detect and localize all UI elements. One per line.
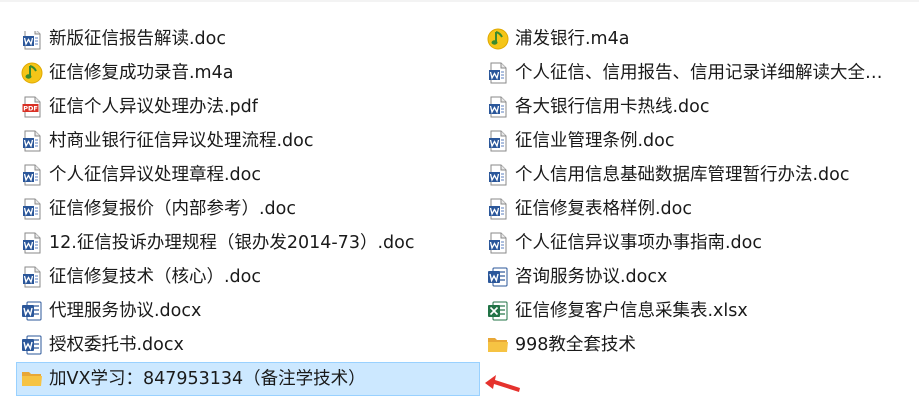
file-item[interactable]: 个人征信异议处理章程.doc (16, 158, 480, 192)
folder-icon (20, 367, 44, 391)
word-doc-icon (20, 197, 44, 221)
file-item[interactable]: 加VX学习：847953134（备注学技术） (16, 362, 480, 396)
file-item[interactable]: 征信修复技术（核心）.doc (16, 260, 480, 294)
folder-icon (486, 333, 510, 357)
file-item[interactable]: 咨询服务协议.docx (482, 260, 902, 294)
file-name: 征信修复技术（核心）.doc (49, 267, 261, 287)
file-item[interactable]: 浦发银行.m4a (482, 22, 902, 56)
file-name: 加VX学习：847953134（备注学技术） (49, 369, 366, 389)
file-name: 个人信用信息基础数据库管理暂行办法.doc (515, 165, 850, 185)
file-name: 征信个人异议处理办法.pdf (49, 97, 258, 117)
word-docx-icon (486, 265, 510, 289)
excel-icon (486, 299, 510, 323)
file-name: 村商业银行征信异议处理流程.doc (49, 131, 314, 151)
file-item[interactable]: 各大银行信用卡热线.doc (482, 90, 902, 124)
file-item[interactable]: 代理服务协议.docx (16, 294, 480, 328)
file-item[interactable]: 授权委托书.docx (16, 328, 480, 362)
file-list-pane: 新版征信报告解读.doc 征信修复成功录音.m4a PDF 征信个人异议处理办法.pd… (0, 0, 919, 418)
audio-icon (20, 61, 44, 85)
file-item[interactable]: 998教全套技术 (482, 328, 902, 362)
file-name: 征信修复成功录音.m4a (49, 63, 234, 83)
file-item[interactable]: 个人征信、信用报告、信用记录详细解读大全… (482, 56, 902, 90)
file-name: 个人征信异议处理章程.doc (49, 165, 261, 185)
file-column-left: 新版征信报告解读.doc 征信修复成功录音.m4a PDF 征信个人异议处理办法.pd… (16, 22, 480, 396)
file-name: 新版征信报告解读.doc (49, 29, 226, 49)
file-name: 征信业管理条例.doc (515, 131, 675, 151)
pane-top-edge (0, 0, 919, 2)
audio-icon (486, 27, 510, 51)
word-docx-icon (20, 299, 44, 323)
file-name: 各大银行信用卡热线.doc (515, 97, 710, 117)
file-name: 12.征信投诉办理规程（银办发2014-73）.doc (49, 233, 415, 253)
file-item[interactable]: 征信修复客户信息采集表.xlsx (482, 294, 902, 328)
file-item[interactable]: 个人征信异议事项办事指南.doc (482, 226, 902, 260)
word-doc-icon (20, 163, 44, 187)
word-doc-icon (20, 231, 44, 255)
file-item[interactable]: 征信修复报价（内部参考）.doc (16, 192, 480, 226)
file-name: 征信修复客户信息采集表.xlsx (515, 301, 748, 321)
word-doc-icon (486, 231, 510, 255)
word-doc-icon (20, 31, 44, 51)
svg-text:PDF: PDF (23, 105, 38, 113)
red-arrow-annotation (485, 375, 520, 392)
pdf-icon: PDF (20, 95, 44, 119)
word-doc-icon (486, 61, 510, 85)
word-doc-icon (20, 129, 44, 153)
file-name: 代理服务协议.docx (49, 301, 202, 321)
file-name: 征信修复表格样例.doc (515, 199, 692, 219)
file-name: 个人征信、信用报告、信用记录详细解读大全… (515, 63, 883, 83)
file-name: 征信修复报价（内部参考）.doc (49, 199, 296, 219)
file-item[interactable]: 新版征信报告解读.doc (16, 22, 480, 56)
file-item[interactable]: 征信修复成功录音.m4a (16, 56, 480, 90)
word-docx-icon (20, 333, 44, 357)
file-name: 咨询服务协议.docx (515, 267, 668, 287)
file-name: 授权委托书.docx (49, 335, 184, 355)
word-doc-icon (20, 265, 44, 289)
file-item[interactable]: 征信业管理条例.doc (482, 124, 902, 158)
word-doc-icon (486, 197, 510, 221)
file-column-right: 浦发银行.m4a 个人征信、信用报告、信用记录详细解读大全… 各大银行信用卡热线.d… (482, 22, 902, 362)
word-doc-icon (486, 129, 510, 153)
file-item[interactable]: PDF 征信个人异议处理办法.pdf (16, 90, 480, 124)
file-item[interactable]: 12.征信投诉办理规程（银办发2014-73）.doc (16, 226, 480, 260)
file-name: 浦发银行.m4a (515, 29, 630, 49)
file-item[interactable]: 村商业银行征信异议处理流程.doc (16, 124, 480, 158)
file-name: 998教全套技术 (515, 335, 636, 355)
word-doc-icon (486, 163, 510, 187)
file-item[interactable]: 征信修复表格样例.doc (482, 192, 902, 226)
word-doc-icon (486, 95, 510, 119)
file-item[interactable]: 个人信用信息基础数据库管理暂行办法.doc (482, 158, 902, 192)
file-name: 个人征信异议事项办事指南.doc (515, 233, 762, 253)
